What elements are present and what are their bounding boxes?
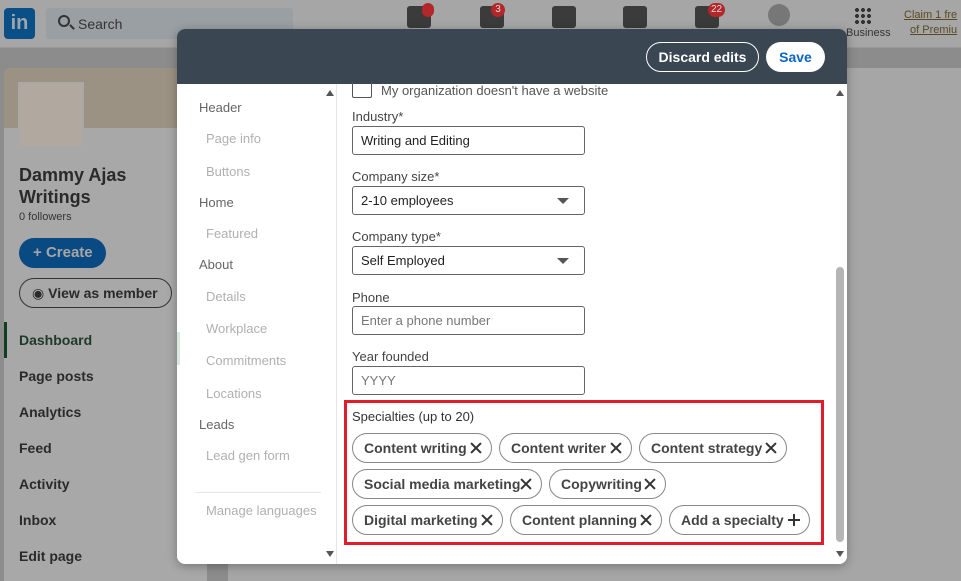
remove-icon[interactable] xyxy=(644,478,656,490)
remove-icon[interactable] xyxy=(610,442,622,454)
specialty-tag-label: Content planning xyxy=(522,512,638,528)
phone-field[interactable]: Enter a phone number xyxy=(352,306,585,335)
nav-section-header[interactable]: Header xyxy=(199,100,242,115)
nav-item-featured[interactable]: Featured xyxy=(206,226,258,241)
remove-icon[interactable] xyxy=(640,514,652,526)
company-size-label: Company size* xyxy=(352,169,440,184)
business-label[interactable]: Business xyxy=(846,27,891,39)
view-as-member-label: View as member xyxy=(48,285,158,301)
phone-label: Phone xyxy=(352,290,390,305)
premium-claim-link[interactable]: Claim 1 fre of Premiu xyxy=(904,8,961,38)
industry-label: Industry* xyxy=(352,109,404,124)
save-button[interactable]: Save xyxy=(766,42,825,72)
specialty-tag[interactable]: Content strategy xyxy=(639,433,787,463)
form-scroll-thumb[interactable] xyxy=(836,267,844,542)
chevron-down-icon xyxy=(557,198,569,204)
remove-icon[interactable] xyxy=(481,514,493,526)
view-as-member-button[interactable]: ◉ View as member xyxy=(19,278,172,308)
edit-sections-nav: Header Page info Buttons Home Featured A… xyxy=(177,84,337,564)
specialty-tag[interactable]: Content planning xyxy=(510,505,662,535)
network-badge: 3 xyxy=(491,3,505,17)
company-type-value: Self Employed xyxy=(361,253,445,268)
claim-line-2: of Premiu xyxy=(910,24,958,36)
add-specialty-label: Add a specialty xyxy=(681,512,784,528)
followers-count: 0 followers xyxy=(19,211,72,223)
specialty-tag[interactable]: Social media marketing xyxy=(352,469,542,499)
nav-item-workplace[interactable]: Workplace xyxy=(206,321,267,336)
notifications-badge: 22 xyxy=(708,3,726,17)
specialty-tag-label: Social media marketing xyxy=(364,476,521,492)
modal-header: Discard edits Save xyxy=(177,29,847,84)
company-size-value: 2-10 employees xyxy=(361,193,454,208)
specialty-tag[interactable]: Content writing xyxy=(352,433,492,463)
organization-name: Dammy Ajas Writings xyxy=(19,165,127,207)
company-size-select[interactable]: 2-10 employees xyxy=(352,186,585,215)
industry-field[interactable]: Writing and Editing xyxy=(352,126,585,155)
home-notification-dot xyxy=(422,3,434,17)
nav-section-about[interactable]: About xyxy=(199,257,233,272)
nav-item-manage-languages[interactable]: Manage languages xyxy=(206,503,317,518)
company-type-select[interactable]: Self Employed xyxy=(352,246,585,275)
claim-line-1: Claim 1 fre xyxy=(904,9,958,21)
specialties-label: Specialties (up to 20) xyxy=(352,409,475,424)
form-scroll-down-icon[interactable] xyxy=(836,551,844,557)
active-indicator xyxy=(177,332,180,365)
nav-item-buttons[interactable]: Buttons xyxy=(206,164,250,179)
company-type-label: Company type* xyxy=(352,229,441,244)
jobs-icon[interactable] xyxy=(552,6,576,28)
specialty-tag[interactable]: Content writer xyxy=(499,433,632,463)
nav-scroll-down-icon[interactable] xyxy=(326,551,334,557)
search-placeholder: Search xyxy=(78,16,123,32)
nav-section-leads[interactable]: Leads xyxy=(199,417,234,432)
form-scrollbar[interactable] xyxy=(833,84,847,564)
remove-icon[interactable] xyxy=(765,442,777,454)
no-website-row: My organization doesn't have a website xyxy=(352,82,608,98)
form-scroll-up-icon[interactable] xyxy=(836,90,844,96)
no-website-label: My organization doesn't have a website xyxy=(381,82,609,98)
nav-item-details[interactable]: Details xyxy=(206,289,246,304)
specialty-tag-label: Copywriting xyxy=(561,476,642,492)
no-website-checkbox[interactable] xyxy=(352,82,372,98)
nav-section-home[interactable]: Home xyxy=(199,195,234,210)
nav-item-locations[interactable]: Locations xyxy=(206,386,262,401)
nav-item-commitments[interactable]: Commitments xyxy=(206,353,286,368)
search-icon xyxy=(58,15,70,27)
nav-divider xyxy=(195,492,321,493)
remove-icon[interactable] xyxy=(520,478,532,490)
specialty-tag-label: Digital marketing xyxy=(364,512,478,528)
chevron-down-icon xyxy=(557,258,569,264)
year-founded-field[interactable]: YYYY xyxy=(352,366,585,395)
messaging-icon[interactable] xyxy=(623,6,647,28)
create-label: Create xyxy=(45,244,93,261)
discard-edits-button[interactable]: Discard edits xyxy=(646,42,759,72)
create-button[interactable]: + Create xyxy=(19,238,106,268)
linkedin-logo[interactable]: in xyxy=(4,8,35,39)
edit-page-modal: Discard edits Save Header Page info Butt… xyxy=(177,29,847,564)
specialties-section: Specialties (up to 20) Content writing C… xyxy=(344,400,824,545)
specialty-tag-label: Content writing xyxy=(364,440,467,456)
plus-icon xyxy=(788,514,800,526)
nav-item-lead-gen-form[interactable]: Lead gen form xyxy=(206,448,290,463)
year-founded-label: Year founded xyxy=(352,349,429,364)
apps-grid-icon[interactable] xyxy=(854,7,872,25)
specialty-tag[interactable]: Copywriting xyxy=(549,469,666,499)
specialty-tag[interactable]: Digital marketing xyxy=(352,505,503,535)
profile-avatar[interactable] xyxy=(768,4,790,26)
specialty-tag-label: Content writer xyxy=(511,440,606,456)
nav-item-page-info[interactable]: Page info xyxy=(206,131,261,146)
add-specialty-button[interactable]: Add a specialty xyxy=(669,505,810,535)
nav-scroll-up-icon[interactable] xyxy=(326,90,334,96)
remove-icon[interactable] xyxy=(470,442,482,454)
organization-logo xyxy=(18,82,84,148)
specialty-tag-label: Content strategy xyxy=(651,440,763,456)
